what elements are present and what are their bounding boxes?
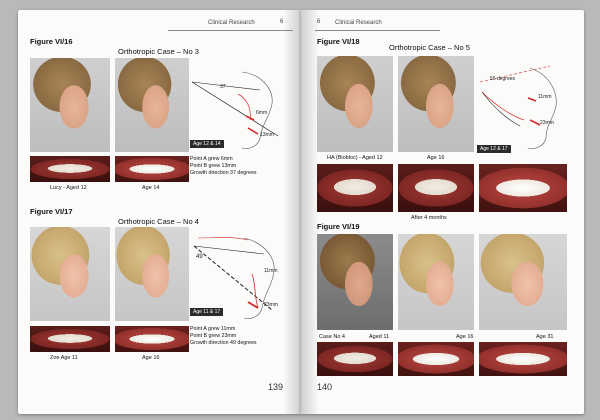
red-growth-curve [237, 93, 251, 121]
caption-case: Case No 4 [319, 334, 345, 340]
tracing-a: 11mm [538, 94, 552, 100]
growth-axis-line [191, 81, 279, 137]
growth-axis-line [193, 245, 273, 311]
tracing-angle: 49 [196, 254, 203, 260]
red-growth-curve-lower [251, 273, 259, 309]
tracing-a: 11mm [264, 268, 278, 274]
red-growth-curve [481, 91, 525, 121]
intraoral-photo-after [479, 164, 567, 212]
header-rule [168, 30, 293, 31]
intraoral-photo-before [317, 164, 393, 212]
case-title: Orthotropic Case – No 5 [389, 43, 470, 52]
cephalometric-tracing: 55 degrees 11mm 23mm [479, 65, 557, 149]
figure-title: Figure VI/17 [30, 207, 73, 216]
figure-title: Figure VI/18 [317, 37, 360, 46]
caption-after: Age 16 [427, 155, 445, 161]
caption-before: Lucy - Aged 12 [50, 185, 87, 191]
caption-after: Age 14 [142, 185, 160, 191]
header-page-number: 6 [280, 19, 284, 25]
page-number: 139 [267, 382, 283, 392]
profile-outline [527, 67, 557, 149]
left-page: Clinical Research 6 Figure VI/16 Orthotr… [18, 10, 301, 414]
intraoral-photo-age-31 [479, 342, 567, 376]
intraoral-photo-age-11 [317, 342, 393, 376]
note-line: Point B grew 13mm [190, 163, 237, 169]
intraoral-photo-before [30, 326, 110, 352]
caption-age-11: Aged 11 [369, 334, 390, 340]
caption-during: After 4 months [411, 215, 447, 221]
intraoral-photo-during [398, 164, 474, 212]
header-rule [315, 30, 440, 31]
tracing-angle: 37 [220, 84, 226, 90]
page-number: 140 [317, 382, 333, 392]
caption-before: Zoe Age 11 [50, 355, 78, 361]
caption-after: Age 16 [142, 355, 160, 361]
profile-photo-age-16 [398, 234, 474, 330]
age-badge: Age 11 & 17 [190, 308, 224, 316]
caption-before: HA (Biobloc) - Aged 12 [327, 155, 383, 161]
age-badge: Age 12 & 14 [190, 140, 224, 148]
figure-title: Figure VI/16 [30, 37, 73, 46]
note-line: Point A grew 6mm [190, 156, 233, 162]
tracing-b: 23mm [264, 302, 278, 308]
profile-photo-before [30, 227, 110, 321]
running-head: Clinical Research [335, 20, 382, 26]
note-line: Point A grew 11mm [190, 326, 236, 332]
note-line: Point B grew 23mm [190, 333, 237, 339]
note-line: Growth direction 37 degrees [190, 170, 257, 176]
caption-age-16: Age 16 [456, 334, 474, 340]
book-spread: Clinical Research 6 Figure VI/16 Orthotr… [0, 0, 600, 420]
age-badge: Age 12 & 17 [477, 145, 511, 153]
red-growth-curve [197, 237, 249, 241]
figure-title: Figure VI/19 [317, 222, 360, 231]
profile-photo-before [317, 56, 393, 152]
intraoral-photo-age-16 [398, 342, 474, 376]
profile-photo-after [115, 58, 189, 152]
profile-photo-age-11 [317, 234, 393, 330]
intraoral-photo-after [115, 326, 189, 352]
profile-photo-before [30, 58, 110, 152]
tracing-a: 6mm [256, 110, 267, 116]
profile-photo-after [115, 227, 189, 321]
profile-photo-after [398, 56, 474, 152]
reference-line [193, 245, 265, 255]
red-point-markers [527, 97, 541, 126]
right-page: 6 Clinical Research Figure VI/18 Orthotr… [301, 10, 584, 414]
growth-notes: Point A grew 11mm Point B grew 23mm Grow… [190, 326, 257, 347]
caption-age-31: Age 31 [536, 334, 554, 340]
tracing-angle: 55 degrees [490, 76, 516, 82]
intraoral-photo-before [30, 156, 110, 182]
red-point-markers [245, 115, 259, 135]
growth-notes: Point A grew 6mm Point B grew 13mm Growt… [190, 156, 257, 177]
intraoral-photo-after [115, 156, 189, 182]
header-page-number: 6 [317, 19, 321, 25]
note-line: Growth direction 49 degrees [190, 340, 257, 346]
tracing-b: 23mm [540, 120, 554, 126]
case-title: Orthotropic Case – No 3 [118, 47, 199, 56]
profile-photo-age-31 [479, 234, 567, 330]
running-head: Clinical Research [208, 20, 255, 26]
case-title: Orthotropic Case – No 4 [118, 217, 199, 226]
tracing-b: 13mm [260, 132, 274, 138]
